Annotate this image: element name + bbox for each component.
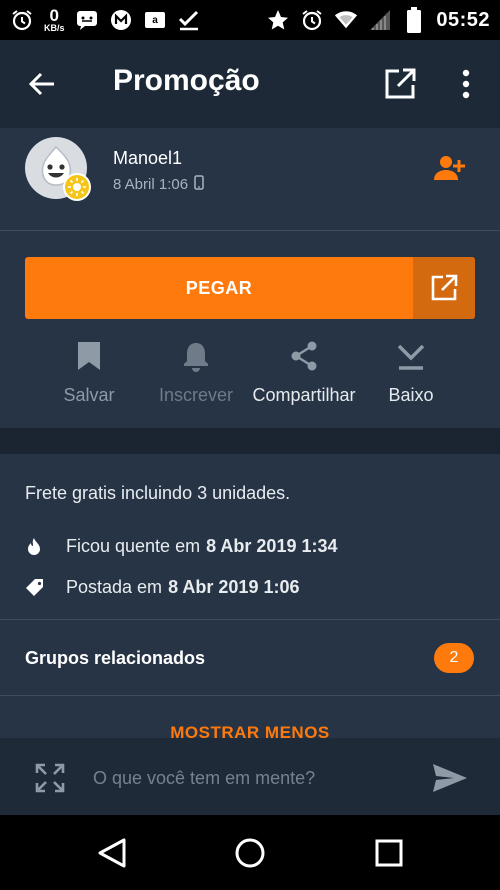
divider <box>0 230 500 231</box>
app-bar: Promoção <box>0 40 500 128</box>
posted-on-prefix: Postada em <box>66 577 163 597</box>
signal-icon <box>368 8 392 32</box>
wifi-icon <box>334 8 358 32</box>
share-button[interactable]: Compartilhar <box>245 340 363 406</box>
save-button[interactable]: Salvar <box>57 340 121 406</box>
person-add-icon[interactable] <box>433 154 467 182</box>
tag-icon <box>25 578 51 598</box>
alarm-icon <box>300 8 324 32</box>
divider <box>0 619 500 620</box>
chevron-down-icon <box>396 340 426 377</box>
messenger-icon <box>75 8 99 32</box>
share-label: Compartilhar <box>252 385 356 405</box>
back-arrow-icon[interactable] <box>26 68 58 100</box>
related-groups-label[interactable]: Grupos relacionados <box>25 648 205 669</box>
svg-text:a: a <box>152 15 158 26</box>
net-speed-value: 0 <box>49 6 59 25</box>
bookmark-icon <box>75 340 103 377</box>
recents-square-icon[interactable] <box>371 835 407 871</box>
expand-icon[interactable] <box>34 762 66 794</box>
post-date-text: 8 Abril 1:06 <box>113 176 189 193</box>
flame-icon <box>25 537 51 557</box>
get-deal-label: PEGAR <box>185 277 253 298</box>
battery-icon <box>402 7 426 33</box>
post-date: 8 Abril 1:06 <box>113 175 204 194</box>
subscribe-button[interactable]: Inscrever <box>154 340 238 406</box>
amazon-icon: a <box>143 8 167 32</box>
status-bar: 0 KB/s a 05:52 <box>0 0 500 40</box>
deal-description: Frete gratis incluindo 3 unidades. <box>25 483 291 503</box>
divider <box>0 695 500 696</box>
post-author: Manoel1 8 Abril 1:06 <box>0 128 500 230</box>
post-actions: Salvar Inscrever Compartilhar Baixo <box>0 340 500 420</box>
status-time: 05:52 <box>436 8 490 31</box>
phone-icon <box>194 175 204 194</box>
scroll-down-button[interactable]: Baixo <box>383 340 439 406</box>
system-nav-bar <box>0 815 500 890</box>
send-icon[interactable] <box>432 763 468 793</box>
subscribe-label: Inscrever <box>158 385 234 405</box>
home-circle-icon[interactable] <box>232 835 268 871</box>
gmail-icon <box>109 8 133 32</box>
open-external-icon[interactable] <box>383 67 417 101</box>
avatar[interactable] <box>25 137 91 201</box>
net-speed: 0 KB/s <box>44 7 65 33</box>
section-separator <box>0 428 500 454</box>
open-external-icon[interactable] <box>413 257 475 319</box>
hot-since-prefix: Ficou quente em <box>66 536 201 556</box>
star-icon <box>266 8 290 32</box>
share-icon <box>289 340 319 377</box>
back-triangle-icon[interactable] <box>95 835 131 871</box>
page-title: Promoção <box>113 64 260 97</box>
comment-composer <box>0 738 500 815</box>
comment-input[interactable] <box>93 765 403 791</box>
sun-badge-icon <box>63 173 91 201</box>
posted-on-row: Postada em 8 Abr 2019 1:06 <box>25 577 299 598</box>
get-deal-button[interactable]: PEGAR <box>25 257 475 319</box>
scroll-down-label: Baixo <box>388 385 434 405</box>
more-vert-icon[interactable] <box>452 66 480 102</box>
hot-since-row: Ficou quente em 8 Abr 2019 1:34 <box>25 536 338 557</box>
hot-since-date: 8 Abr 2019 1:34 <box>206 536 338 556</box>
alarm-icon <box>10 8 34 32</box>
related-groups-count[interactable]: 2 <box>434 643 474 673</box>
save-label: Salvar <box>63 385 115 405</box>
posted-on-date: 8 Abr 2019 1:06 <box>168 577 300 597</box>
net-speed-unit: KB/s <box>44 23 65 33</box>
task-check-icon <box>177 8 201 32</box>
author-name[interactable]: Manoel1 <box>113 148 182 169</box>
bell-icon <box>182 340 210 377</box>
